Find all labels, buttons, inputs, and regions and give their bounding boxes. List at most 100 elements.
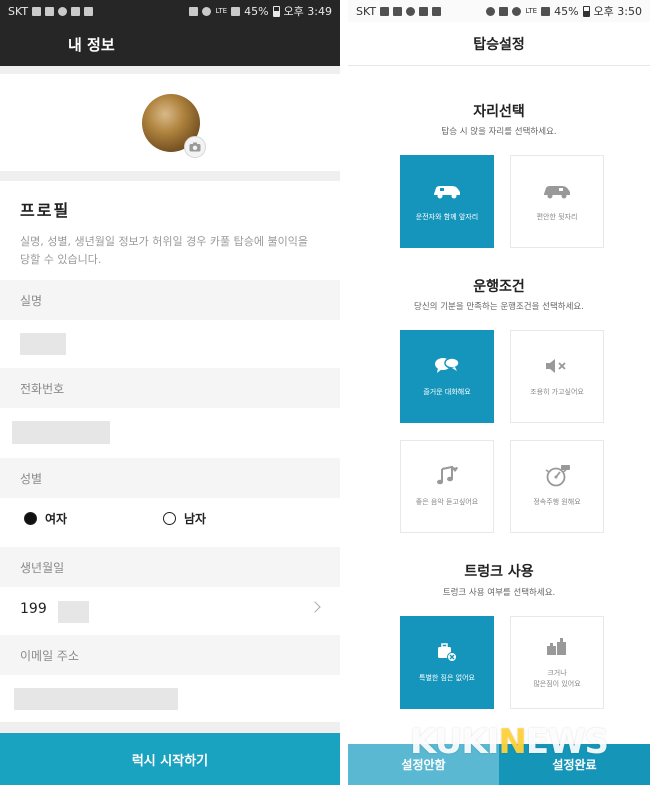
trunk-section-title: 트렁크 사용 — [464, 564, 534, 580]
driving-option-music-label: 좋은 음악 듣고싶어요 — [415, 498, 479, 506]
car-icon — [542, 180, 572, 202]
message-icon — [380, 6, 390, 16]
seat-option-front-label: 운전자와 함께 앞자리 — [415, 213, 479, 221]
carrier-label: SKT — [356, 4, 377, 18]
notification-icon — [432, 6, 442, 16]
trunk-option-none[interactable]: 특별한 짐은 없어요 — [400, 616, 494, 709]
my-info-screen: SKT LTE 45% 오후 3:49 내 정보 프로필 실명, 성별, 생년월… — [0, 0, 340, 785]
name-field[interactable] — [20, 333, 66, 355]
location-icon — [486, 6, 496, 16]
no-luggage-icon — [435, 641, 459, 663]
divider — [0, 722, 340, 733]
driving-option-chat[interactable]: 즐거운 대화해요 — [400, 330, 494, 423]
watermark-part1: KUKI — [410, 722, 499, 762]
battery-icon — [272, 5, 280, 17]
watermark-part3: EWS — [525, 722, 609, 762]
driving-section-description: 당신의 기분을 만족하는 운행조건을 선택하세요. — [414, 302, 584, 312]
avatar-container[interactable] — [142, 94, 206, 158]
gender-label-text: 성별 — [20, 471, 43, 486]
chat-icon — [58, 6, 68, 16]
watermark-part2: N — [498, 722, 526, 762]
page-header: 탑승설정 — [348, 22, 650, 66]
start-button[interactable]: 럭시 시작하기 — [0, 733, 340, 785]
seat-section-description: 탑승 시 앉을 자리를 선택하세요. — [441, 127, 557, 137]
gender-label: 성별 — [0, 458, 340, 498]
alarm-icon — [512, 6, 522, 16]
camera-icon[interactable] — [184, 136, 206, 158]
dob-redacted — [58, 601, 89, 623]
gender-male-option[interactable]: 남자 — [163, 510, 206, 527]
phone-label: 전화번호 — [0, 368, 340, 408]
trunk-option-large[interactable]: 크거나 많은짐이 있어요 — [510, 616, 604, 709]
blog-icon — [45, 6, 55, 16]
trunk-option-large-line1: 크거나 — [547, 668, 567, 677]
watermark-logo: KUKINEWS — [410, 722, 609, 762]
signal-icon — [541, 6, 551, 16]
divider — [0, 66, 340, 74]
driving-option-quiet[interactable]: 조용히 가고싶어요 — [510, 330, 604, 423]
driving-section-title: 운행조건 — [473, 279, 525, 295]
seat-section-title: 자리선택 — [473, 104, 525, 120]
dob-label-text: 생년월일 — [20, 560, 65, 575]
driving-option-quiet-label: 조용히 가고싶어요 — [530, 388, 584, 396]
blog-icon — [393, 6, 403, 16]
alarm-icon — [202, 6, 212, 16]
message-icon — [32, 6, 42, 16]
battery-percent: 45% — [244, 4, 269, 18]
speedometer-icon — [543, 465, 571, 487]
carrier-label: SKT — [8, 4, 29, 18]
page-title: 탑승설정 — [473, 36, 525, 53]
phone-label-text: 전화번호 — [20, 381, 65, 396]
gallery-icon — [419, 6, 429, 16]
trunk-option-large-label: 크거나 많은짐이 있어요 — [533, 668, 580, 690]
name-label-text: 실명 — [20, 293, 43, 308]
name-label: 실명 — [0, 280, 340, 320]
mute-icon — [544, 355, 570, 377]
car-icon — [432, 180, 462, 202]
page-header: 내 정보 — [0, 22, 340, 66]
divider — [0, 171, 340, 181]
driving-option-steady-label: 정속주행 원해요 — [533, 498, 581, 506]
network-label: LTE — [525, 6, 538, 15]
radio-selected-icon[interactable] — [24, 512, 37, 525]
gender-male-label: 남자 — [184, 512, 207, 526]
trunk-option-none-label: 특별한 짐은 없어요 — [419, 674, 475, 682]
battery-percent: 45% — [554, 4, 579, 18]
dob-field[interactable]: 199 — [20, 601, 47, 617]
radio-unselected-icon[interactable] — [163, 512, 176, 525]
gender-female-option[interactable]: 여자 — [24, 510, 67, 527]
clock: 오후 3:50 — [593, 5, 642, 18]
seat-option-back[interactable]: 편안한 뒷자리 — [510, 155, 604, 248]
mute-status-icon — [499, 6, 509, 16]
ride-settings-screen: SKT LTE 45% 오후 3:50 탑승설정 자리선택 탑승 시 앉을 자리… — [348, 0, 650, 785]
page-title: 내 정보 — [68, 35, 115, 54]
status-bar: SKT LTE 45% 오후 3:49 — [0, 0, 340, 22]
network-label: LTE — [215, 6, 228, 15]
status-bar: SKT LTE 45% 오후 3:50 — [348, 0, 650, 22]
email-label: 이메일 주소 — [0, 635, 340, 675]
music-note-icon — [434, 465, 460, 487]
email-field[interactable] — [14, 688, 178, 710]
driving-option-steady[interactable]: 정속주행 원해요 — [510, 440, 604, 533]
profile-title: 프로필 — [20, 201, 71, 220]
gender-female-label: 여자 — [45, 512, 68, 526]
gallery-icon — [71, 6, 81, 16]
chevron-right-icon[interactable] — [309, 601, 321, 613]
mute-status-icon — [189, 6, 199, 16]
driving-option-music[interactable]: 좋은 음악 듣고싶어요 — [400, 440, 494, 533]
trunk-section-description: 트렁크 사용 여부를 선택하세요. — [442, 588, 556, 598]
dob-label: 생년월일 — [0, 547, 340, 587]
trunk-option-large-line2: 많은짐이 있어요 — [533, 679, 581, 688]
signal-icon — [231, 6, 241, 16]
driving-option-chat-label: 즐거운 대화해요 — [423, 388, 471, 396]
seat-option-front[interactable]: 운전자와 함께 앞자리 — [400, 155, 494, 248]
start-button-label: 럭시 시작하기 — [131, 753, 209, 769]
phone-field[interactable] — [12, 421, 110, 444]
seat-option-back-label: 편안한 뒷자리 — [536, 213, 578, 221]
screen-gap — [340, 0, 348, 785]
luggage-icon — [545, 636, 569, 658]
clock: 오후 3:49 — [283, 5, 332, 18]
chat-bubbles-icon — [434, 355, 460, 377]
email-label-text: 이메일 주소 — [20, 648, 80, 663]
profile-notice: 실명, 성별, 생년월일 정보가 허위일 경우 카풀 탑승에 불이익을 당할 수… — [20, 235, 308, 266]
